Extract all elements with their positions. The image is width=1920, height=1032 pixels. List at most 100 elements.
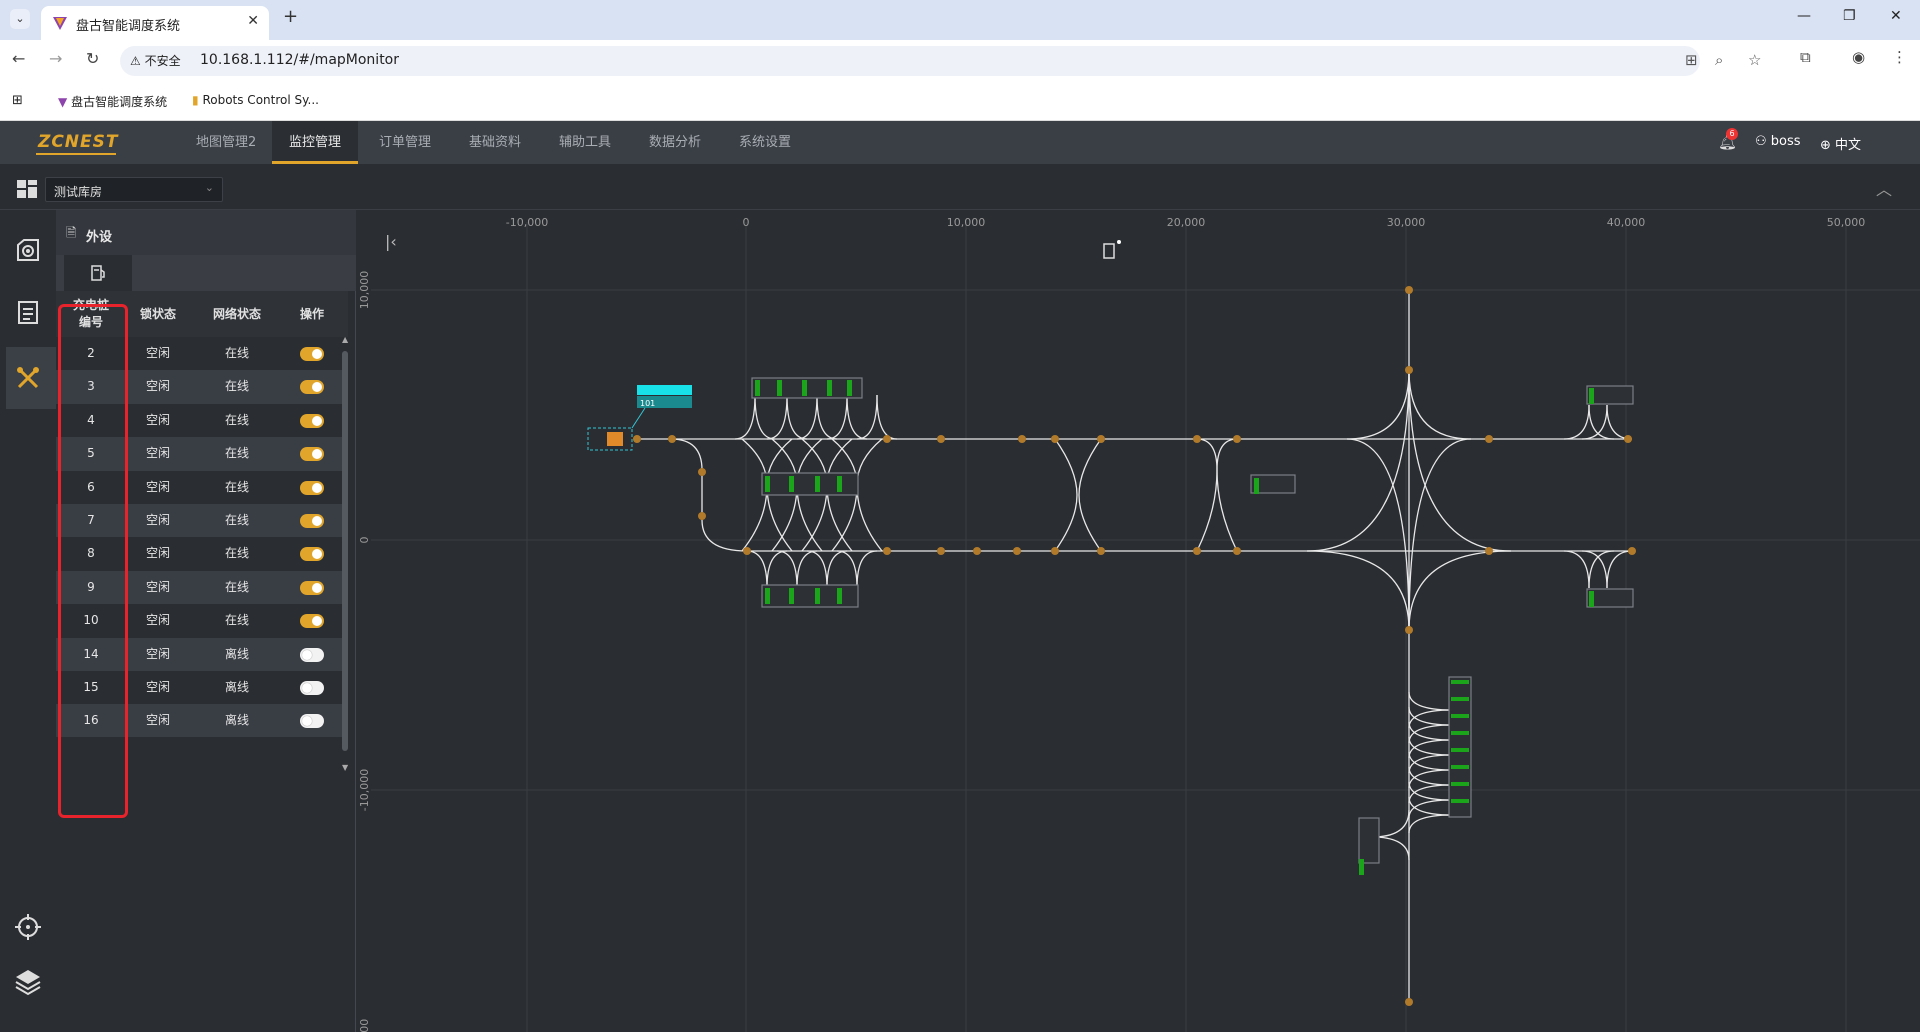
new-tab-button[interactable]: + [283,6,298,27]
charging-pile-marker[interactable] [1451,748,1469,752]
map-node[interactable] [1624,435,1632,443]
charging-pile-marker[interactable] [1451,680,1469,684]
map-node[interactable] [1051,435,1059,443]
charging-pile-marker[interactable] [1589,591,1594,607]
close-window-button[interactable]: ✕ [1890,8,1902,24]
map-node[interactable] [937,435,945,443]
nav-aux-tools[interactable]: 辅助工具 [542,121,628,164]
map-node[interactable] [1051,547,1059,555]
map-node[interactable] [1097,547,1105,555]
collapse-up-icon[interactable]: ︿ [1876,176,1892,200]
map-node[interactable] [1485,435,1493,443]
table-scrollbar[interactable]: ▲ ▼ [342,335,348,777]
map-node[interactable] [1013,547,1021,555]
profile-icon[interactable]: ◉ [1852,48,1865,66]
charging-pile-marker[interactable] [1451,697,1469,701]
nav-map-management[interactable]: 地图管理2 [179,121,273,164]
restore-button[interactable]: ❐ [1843,8,1856,24]
extensions-icon[interactable]: ⧉ [1800,48,1811,66]
map-node[interactable] [1233,547,1241,555]
map-node[interactable] [883,435,891,443]
bookmark-star-icon[interactable]: ☆ [1748,51,1761,69]
map-node[interactable] [1405,626,1413,634]
tab-charging-pile[interactable] [64,255,132,291]
map-node[interactable] [633,435,641,443]
enable-toggle[interactable] [300,580,324,595]
scrollbar-thumb[interactable] [342,351,348,751]
charging-pile-marker[interactable] [802,380,807,396]
rail-task-list[interactable] [8,292,48,332]
map-node[interactable] [1405,366,1413,374]
user-menu[interactable]: ⚇ boss [1755,134,1801,149]
nav-basic-data[interactable]: 基础资料 [452,121,538,164]
charging-pile-marker[interactable] [765,588,770,604]
rail-robot-monitor[interactable] [8,230,48,270]
map-node[interactable] [1193,435,1201,443]
url-text[interactable]: 10.168.1.112/#/mapMonitor [200,52,399,68]
storage-rack[interactable] [761,472,859,496]
scroll-up-icon[interactable]: ▲ [342,335,348,344]
enable-toggle[interactable] [300,480,324,495]
warehouse-select[interactable]: 测试库房 ⌄ [45,177,223,202]
rail-peripherals[interactable] [8,358,48,398]
nav-system-settings[interactable]: 系统设置 [722,121,808,164]
browser-tab[interactable]: 盘古智能调度系统 ✕ [41,6,269,40]
map-svg[interactable]: -10,000 0 10,000 20,000 30,000 40,000 50,000 10… [357,210,1920,1032]
map-node[interactable] [1233,435,1241,443]
enable-toggle[interactable] [300,447,324,462]
charging-pile-marker[interactable] [1451,765,1469,769]
map-node[interactable] [1628,547,1636,555]
charging-pile-marker[interactable] [777,380,782,396]
charging-pile-marker[interactable] [1451,714,1469,718]
tab-close-icon[interactable]: ✕ [247,13,259,29]
minimize-button[interactable]: — [1797,8,1811,24]
map-node[interactable] [1485,547,1493,555]
map-node[interactable] [698,512,706,520]
charging-station-icon[interactable] [1103,243,1115,259]
scroll-down-icon[interactable]: ▼ [342,763,348,772]
map-node[interactable] [668,435,676,443]
map-canvas[interactable]: |‹ -10,000 0 10,000 20,000 30,000 40,000 50,00… [357,210,1920,1032]
apps-grid-icon[interactable]: ⊞ [12,93,23,108]
storage-rack[interactable] [761,584,859,608]
charging-pile-marker[interactable] [837,588,842,604]
charging-pile-marker[interactable] [1451,731,1469,735]
collapse-panel-icon[interactable]: |‹ [385,232,397,251]
translate-icon[interactable]: ⊞ [1685,51,1698,69]
enable-toggle[interactable] [300,614,324,629]
charging-pile-marker[interactable] [789,476,794,492]
enable-toggle[interactable] [300,347,324,361]
charging-pile-marker[interactable] [755,380,760,396]
storage-rack[interactable] [1358,817,1380,864]
enable-toggle[interactable] [300,380,324,395]
map-node[interactable] [937,547,945,555]
bookmark-item[interactable]: ▮ Robots Control Sy... [192,93,319,107]
map-node[interactable] [1097,435,1105,443]
charging-pile-marker[interactable] [1451,799,1469,803]
omnibox[interactable]: ⚠ 不安全 10.168.1.112/#/mapMonitor ⊞ ⌕ ☆ [120,46,1761,76]
charging-pile-marker[interactable] [815,588,820,604]
enable-toggle[interactable] [300,680,324,695]
enable-toggle[interactable] [300,714,324,729]
charging-pile-marker[interactable] [1359,859,1364,875]
map-node[interactable] [1405,286,1413,294]
charging-pile-marker[interactable] [1589,388,1594,404]
map-node[interactable] [698,468,706,476]
bookmark-item[interactable]: ▼ 盘古智能调度系统 [58,93,167,110]
zoom-icon[interactable]: ⌕ [1715,51,1723,69]
language-switch[interactable]: ⊕ 中文 [1820,134,1861,153]
charging-pile-marker[interactable] [1254,478,1259,494]
charging-pile-marker[interactable] [789,588,794,604]
map-node[interactable] [883,547,891,555]
nav-data-analysis[interactable]: 数据分析 [632,121,718,164]
rail-locate[interactable] [8,907,48,947]
map-node[interactable] [1193,547,1201,555]
charging-pile-marker[interactable] [837,476,842,492]
nav-order-management[interactable]: 订单管理 [362,121,448,164]
charging-pile-marker[interactable] [815,476,820,492]
charging-pile-marker[interactable] [765,476,770,492]
reload-icon[interactable]: ↻ [86,49,99,68]
robot-agv-icon[interactable] [607,432,623,446]
map-node[interactable] [1405,998,1413,1006]
map-node[interactable] [1018,435,1026,443]
